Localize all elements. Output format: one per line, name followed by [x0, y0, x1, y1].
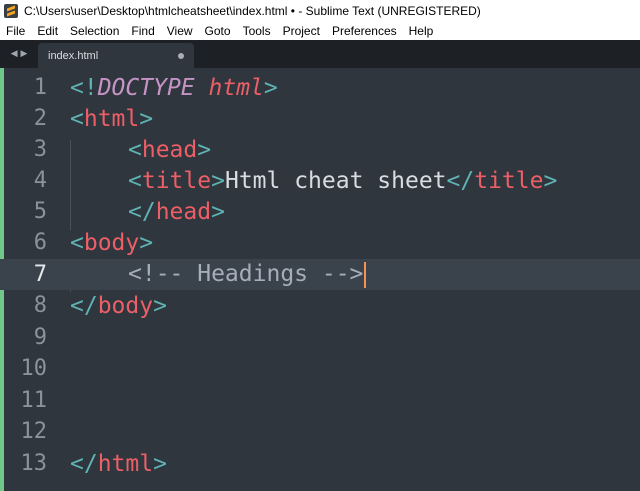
code-line-6[interactable]: 6 <body> — [0, 227, 640, 258]
code-line-9[interactable]: 9 — [0, 322, 640, 353]
code-line-12[interactable]: 12 — [0, 416, 640, 447]
line-number: 11 — [20, 388, 48, 413]
code-line-13[interactable]: 13 </html> — [0, 448, 640, 479]
tab-navigation: ◀ ▶ — [0, 40, 38, 68]
code-content: <!DOCTYPE html> — [70, 74, 278, 101]
code-line-3[interactable]: 3 <head> — [0, 134, 640, 165]
code-line-7-current[interactable]: 7 <!-- Headings --> — [0, 259, 640, 290]
code-line-4[interactable]: 4 <title>Html cheat sheet</title> — [0, 165, 640, 196]
triangle-right-icon[interactable]: ▶ — [21, 49, 28, 59]
line-number: 1 — [33, 75, 47, 100]
line-number: 8 — [33, 293, 47, 318]
menu-selection[interactable]: Selection — [70, 24, 119, 38]
code-line-10[interactable]: 10 — [0, 353, 640, 384]
code-content: <!-- Headings --> — [128, 261, 367, 288]
code-line-5[interactable]: 5 </head> — [0, 196, 640, 227]
menu-help[interactable]: Help — [409, 24, 434, 38]
window-title: C:\Users\user\Desktop\htmlcheatsheet\ind… — [24, 3, 481, 18]
line-number: 10 — [20, 356, 48, 381]
menu-tools[interactable]: Tools — [243, 24, 271, 38]
menu-goto[interactable]: Goto — [205, 24, 231, 38]
code-editor[interactable]: 1 <!DOCTYPE html> 2 <html> 3 <head> 4 <t… — [0, 68, 640, 491]
unsaved-dot-icon[interactable] — [178, 52, 184, 59]
code-content: <head> — [128, 136, 212, 163]
code-line-11[interactable]: 11 — [0, 385, 640, 416]
menu-preferences[interactable]: Preferences — [332, 24, 397, 38]
sublime-text-icon — [4, 3, 18, 18]
tab-index-html[interactable]: index.html — [38, 43, 194, 68]
menu-find[interactable]: Find — [131, 24, 154, 38]
line-number: 4 — [33, 168, 47, 193]
code-content: </html> — [70, 450, 167, 477]
code-content: </body> — [70, 292, 167, 319]
menu-bar: File Edit Selection Find View Goto Tools… — [0, 21, 640, 40]
code-content: </head> — [128, 198, 225, 225]
line-number: 5 — [33, 199, 47, 224]
line-number: 13 — [20, 451, 48, 476]
title-bar: C:\Users\user\Desktop\htmlcheatsheet\ind… — [0, 0, 640, 21]
tab-label: index.html — [48, 49, 99, 62]
tab-bar: ◀ ▶ index.html — [0, 40, 640, 68]
code-line-8[interactable]: 8 </body> — [0, 290, 640, 321]
code-line-1[interactable]: 1 <!DOCTYPE html> — [0, 72, 640, 103]
menu-file[interactable]: File — [6, 24, 25, 38]
code-line-2[interactable]: 2 <html> — [0, 103, 640, 134]
line-number: 3 — [33, 137, 47, 162]
text-caret — [364, 261, 367, 288]
menu-view[interactable]: View — [167, 24, 193, 38]
line-number: 7 — [33, 262, 47, 287]
menu-project[interactable]: Project — [283, 24, 320, 38]
line-number: 6 — [33, 230, 47, 255]
line-number: 12 — [20, 419, 48, 444]
menu-edit[interactable]: Edit — [37, 24, 58, 38]
line-number: 2 — [33, 106, 47, 131]
code-content: <title>Html cheat sheet</title> — [128, 167, 558, 194]
triangle-left-icon[interactable]: ◀ — [11, 49, 18, 59]
code-content: <html> — [70, 105, 154, 132]
line-number: 9 — [33, 325, 47, 350]
code-content: <body> — [70, 229, 154, 256]
